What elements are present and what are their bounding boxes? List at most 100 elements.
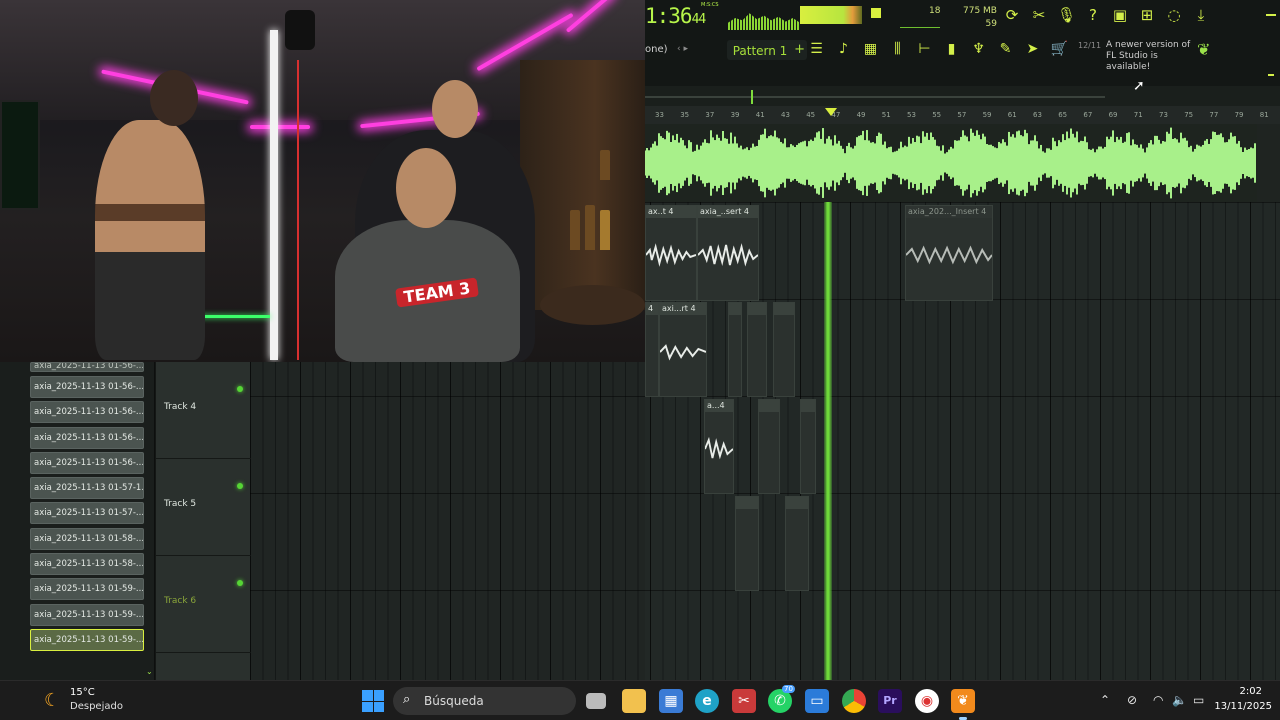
snipping-tool-icon[interactable]: ✂ (732, 689, 756, 713)
track-mute-led[interactable] (237, 483, 243, 489)
chevron-up-icon[interactable]: ⌃ (1100, 693, 1110, 707)
moon-weather-icon[interactable]: ☾ (44, 690, 60, 711)
audio-clip[interactable] (747, 302, 767, 397)
plugin-icon[interactable]: ⊞ (1138, 6, 1156, 24)
track-mute-led[interactable] (237, 580, 243, 586)
clock-time[interactable]: 2:02 (1240, 686, 1262, 697)
audio-clip[interactable] (735, 496, 759, 591)
browser-file-item[interactable]: axia_2025-11-13 01-56-... (30, 376, 144, 398)
clip-label (786, 497, 808, 509)
mixer-icon[interactable]: ⫼ (888, 40, 907, 59)
ruler-bar-number: 57 (957, 111, 967, 119)
mode-label: one) (645, 44, 668, 55)
stamp-icon[interactable]: ▮ (942, 40, 961, 59)
clip-label: ax..t 4 (646, 206, 696, 218)
browser-file-item[interactable]: axia_2025-11-13 01-58-... (30, 553, 144, 576)
song-position-marker[interactable] (825, 108, 837, 116)
horizontal-scrollbar[interactable] (645, 96, 1105, 98)
network-off-icon[interactable]: ⊘ (1127, 693, 1137, 707)
wifi-icon[interactable]: ◠ (1153, 693, 1163, 707)
ruler-bar-number: 53 (907, 111, 916, 119)
task-view-icon[interactable] (586, 693, 606, 709)
light-pole (270, 30, 278, 360)
track-header[interactable]: Track 5 (156, 459, 251, 556)
chrome-icon[interactable] (842, 689, 866, 713)
microsoft-store-icon[interactable]: ▦ (659, 689, 683, 713)
mic-icon[interactable]: 🎙 (1057, 6, 1076, 24)
track-header[interactable]: Track 4 (156, 362, 251, 459)
audio-clip[interactable] (785, 496, 809, 591)
audio-clip[interactable]: axia_..sert 4 (697, 205, 759, 301)
browser-file-item[interactable]: axia_2025-11-13 01-56-... (30, 401, 144, 424)
audio-clip[interactable]: a...4 (704, 399, 734, 494)
scrollbar-thumb[interactable] (751, 90, 753, 104)
browser-file-item[interactable]: axia_2025-11-13 01-59-... (30, 603, 144, 626)
timeline-ruler[interactable]: 33 35 37 39 41 43 45 47 49 51 53 55 57 59 61 63 65 67 69 71… (645, 106, 1280, 124)
update-notification[interactable]: 12/11 A newer version of FL Studio is av… (1078, 40, 1198, 73)
track-header[interactable]: Track 6 (156, 556, 251, 653)
edge-browser-icon[interactable]: e (695, 689, 719, 713)
track-mute-led[interactable] (237, 386, 243, 392)
master-volume-meter[interactable] (800, 6, 862, 24)
audio-clip[interactable] (773, 302, 795, 397)
song-position-clock[interactable]: 1:3644 (645, 4, 706, 28)
fl-studio-logo-icon[interactable]: ❦ (1197, 40, 1210, 59)
browser-file-item-selected[interactable]: axia_2025-11-13 01-59-... (30, 628, 144, 651)
browser-icon[interactable]: ⊢ (915, 40, 934, 59)
master-pitch-knob[interactable] (871, 8, 881, 18)
taskbar-search[interactable]: ⌕ Búsqueda (393, 687, 576, 715)
pattern-name: Pattern 1 (732, 44, 788, 58)
save-icon[interactable]: ▣ (1111, 6, 1129, 24)
audio-clip[interactable]: axi...rt 4 (659, 302, 707, 397)
chat-icon[interactable]: ◌ (1165, 6, 1183, 24)
audio-clip[interactable]: axia_202..._Insert 4 (905, 205, 993, 301)
download-icon[interactable]: ⤓ (1192, 6, 1210, 24)
audio-clip[interactable]: 4 (645, 302, 659, 397)
weather-temperature[interactable]: 15°C (70, 687, 95, 698)
weather-description[interactable]: Despejado (70, 701, 123, 712)
piano-roll-icon[interactable]: ♪ (834, 40, 853, 59)
mode-arrows[interactable]: ‹ ▸ (677, 44, 688, 54)
toolbar-icon-group: ⟳ ✂ 🎙 ? ▣ ⊞ ◌ ⤓ (1003, 6, 1210, 24)
audio-clip[interactable]: ax..t 4 (645, 205, 697, 301)
refresh-icon[interactable]: ⟳ (1003, 6, 1021, 24)
maps-icon[interactable]: ◉ (915, 689, 939, 713)
window-icon[interactable]: ▭ (805, 689, 829, 713)
cut-icon[interactable]: ✂ (1030, 6, 1048, 24)
file-explorer-icon[interactable] (622, 689, 646, 713)
browser-file-item[interactable]: axia_2025-11-13 01-57-... (30, 502, 144, 525)
tempo-tapper-icon[interactable]: ➤ (1023, 40, 1042, 59)
clock-date[interactable]: 13/11/2025 (1214, 701, 1272, 712)
premiere-pro-icon[interactable]: Pr (878, 689, 902, 713)
touch-keyboard-icon[interactable]: ✎ (996, 40, 1015, 59)
volume-icon[interactable]: 🔈 (1172, 693, 1187, 707)
window-shortcuts: ☰ ♪ ▦ ⫼ ⊢ ▮ ♆ ✎ ➤ 🛒 (807, 40, 1069, 59)
ruler-bar-number: 63 (1033, 111, 1042, 119)
pattern-selector[interactable]: Pattern 1 + (727, 40, 807, 60)
window-minimize-button[interactable] (1266, 14, 1276, 16)
windows-start-button[interactable] (362, 690, 384, 712)
mouse-cursor-icon: ➚ (1133, 78, 1145, 94)
browser-file-item[interactable]: axia_2025-11-13 01-56-... (30, 426, 144, 449)
clip-label: axia_..sert 4 (698, 206, 758, 218)
add-pattern-button[interactable]: + (794, 42, 805, 57)
browser-file-item[interactable]: axia_2025-11-13 01-56-... (30, 362, 144, 372)
playhead[interactable] (824, 202, 832, 680)
audio-clip[interactable] (758, 399, 780, 494)
battery-icon[interactable]: ▭ (1193, 693, 1204, 707)
shop-icon[interactable]: 🛒 (1050, 40, 1069, 59)
update-text: A newer version of FL Studio is availabl… (1106, 40, 1191, 72)
audio-clip[interactable] (728, 302, 742, 397)
browser-file-item[interactable]: axia_2025-11-13 01-57-1... (30, 477, 144, 500)
browser-file-item[interactable]: axia_2025-11-13 01-56-... (30, 451, 144, 474)
fl-studio-icon[interactable]: ❦ (951, 689, 975, 720)
browser-file-item[interactable]: axia_2025-11-13 01-58-... (30, 527, 144, 550)
chevron-down-icon[interactable]: ⌄ (146, 667, 153, 676)
playlist-minimize-button[interactable] (1268, 74, 1274, 76)
channel-rack-icon[interactable]: ▦ (861, 40, 880, 59)
audio-clip[interactable] (800, 399, 816, 494)
plugin-picker-icon[interactable]: ♆ (969, 40, 988, 59)
browser-file-item[interactable]: axia_2025-11-13 01-59-... (30, 578, 144, 601)
help-icon[interactable]: ? (1084, 6, 1102, 24)
playlist-icon[interactable]: ☰ (807, 40, 826, 59)
